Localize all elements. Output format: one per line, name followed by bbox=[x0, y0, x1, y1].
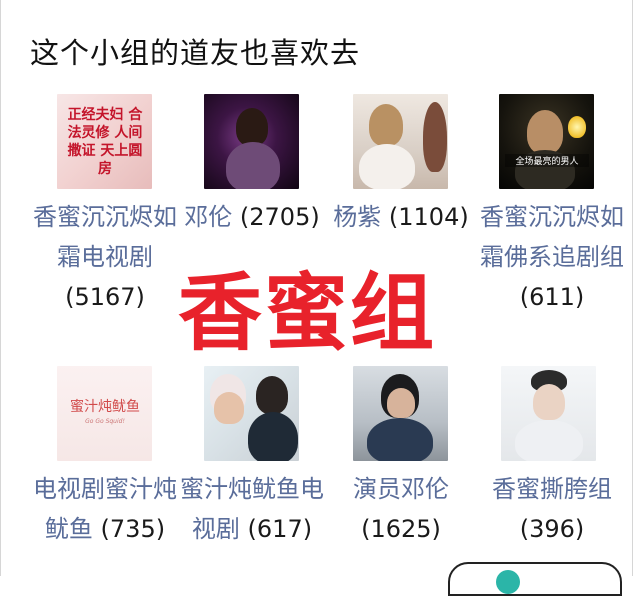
person-head bbox=[527, 110, 563, 154]
group-name[interactable]: 香蜜撕胯组 bbox=[492, 475, 612, 503]
person-silhouette bbox=[423, 102, 447, 172]
person-head bbox=[369, 104, 403, 146]
member-count: (2705) bbox=[239, 203, 320, 231]
group-thumbnail[interactable] bbox=[353, 366, 448, 461]
group-name[interactable]: 演员邓伦 bbox=[353, 475, 449, 503]
group-thumbnail[interactable] bbox=[353, 94, 448, 189]
person-head bbox=[256, 376, 288, 414]
thumbnail-caption: 全场最亮的男人 bbox=[505, 154, 589, 167]
group-name[interactable]: 邓伦 bbox=[184, 203, 232, 231]
member-count: (5167) bbox=[65, 283, 145, 311]
person-body bbox=[367, 418, 433, 461]
group-label[interactable]: 邓伦 (2705) bbox=[177, 197, 327, 237]
lightbulb-icon bbox=[568, 116, 586, 138]
bottom-floating-button[interactable] bbox=[448, 562, 622, 596]
group-thumbnail[interactable]: 正经夫妇 合法灵修 人间撒证 天上圆房 bbox=[57, 94, 152, 189]
thumbnail-subcaption: Go Go Squid! bbox=[85, 418, 125, 425]
thumbnail-caption: 正经夫妇 合法灵修 人间撒证 天上圆房 bbox=[67, 107, 143, 177]
member-count: (1104) bbox=[388, 203, 469, 231]
member-count: (396) bbox=[519, 515, 585, 543]
person-head bbox=[236, 108, 268, 146]
person-body bbox=[515, 420, 583, 461]
group-label[interactable]: 电视剧蜜汁炖鱿鱼 (735) bbox=[30, 469, 180, 549]
group-name[interactable]: 杨紫 bbox=[333, 203, 381, 231]
group-name[interactable]: 香蜜沉沉烬如霜电视剧 bbox=[33, 203, 177, 271]
group-thumbnail[interactable]: 蜜汁炖鱿鱼 Go Go Squid! bbox=[57, 366, 152, 461]
member-count: (735) bbox=[100, 515, 166, 543]
member-count: (617) bbox=[247, 515, 313, 543]
group-thumbnail[interactable]: 全场最亮的男人 bbox=[499, 94, 594, 189]
person-body bbox=[226, 142, 280, 189]
group-thumbnail[interactable] bbox=[204, 366, 299, 461]
section-title: 这个小组的道友也喜欢去 bbox=[30, 36, 361, 70]
group-thumbnail[interactable] bbox=[501, 366, 596, 461]
member-count: (1625) bbox=[361, 515, 441, 543]
app-icon bbox=[496, 570, 520, 594]
person-face bbox=[533, 384, 565, 420]
person-head bbox=[214, 392, 244, 424]
person-face bbox=[387, 388, 415, 418]
person-body bbox=[359, 144, 415, 189]
group-label[interactable]: 演员邓伦 (1625) bbox=[326, 469, 476, 549]
group-label[interactable]: 蜜汁炖鱿鱼电视剧 (617) bbox=[177, 469, 327, 549]
group-label[interactable]: 杨紫 (1104) bbox=[326, 197, 476, 237]
thumbnail-caption: 蜜汁炖鱿鱼 bbox=[70, 399, 140, 415]
group-label[interactable]: 香蜜沉沉烬如霜电视剧 (5167) bbox=[30, 197, 180, 317]
group-name[interactable]: 香蜜沉沉烬如霜佛系追剧组 bbox=[480, 203, 624, 271]
group-label[interactable]: 香蜜撕胯组 (396) bbox=[477, 469, 627, 549]
person-body bbox=[248, 412, 298, 461]
group-label[interactable]: 香蜜沉沉烬如霜佛系追剧组 (611) bbox=[477, 197, 627, 317]
member-count: (611) bbox=[519, 283, 585, 311]
group-thumbnail[interactable] bbox=[204, 94, 299, 189]
